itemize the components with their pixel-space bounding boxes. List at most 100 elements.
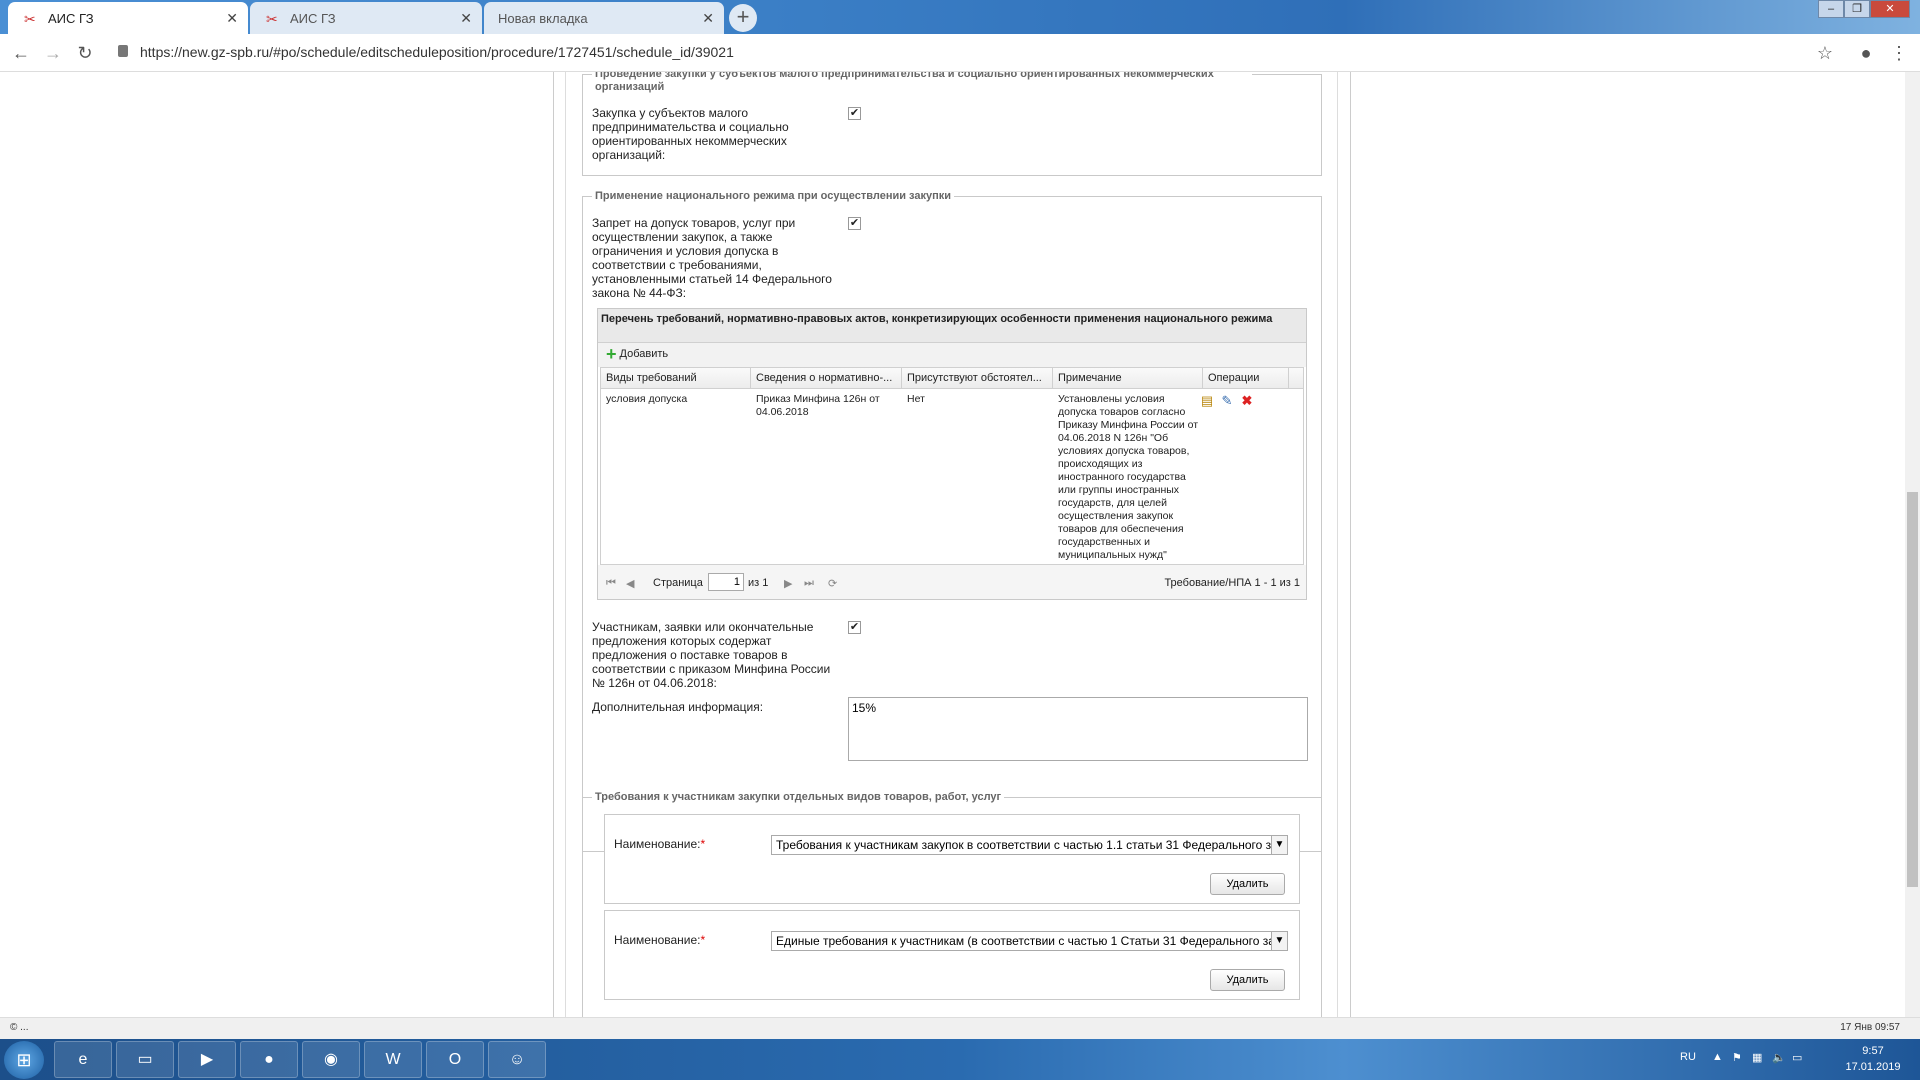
word-icon[interactable]: W [364,1041,422,1078]
cell-note: Установлены условия допуска товаров согл… [1058,393,1199,561]
status-left-text: © ... [10,1022,29,1033]
app-avatar-icon[interactable]: ☺ [488,1041,546,1078]
column-header-operations[interactable]: Операции [1203,368,1289,388]
column-header-note[interactable]: Примечание [1053,368,1203,388]
outlook-icon[interactable]: O [426,1041,484,1078]
media-player-icon[interactable]: ▶ [178,1041,236,1078]
page-of-label: из 1 [748,577,769,589]
ais-gz-favicon-icon: ✂ [24,11,36,27]
language-indicator[interactable]: RU [1680,1051,1696,1063]
internet-explorer-icon[interactable]: e [54,1041,112,1078]
firefox-icon[interactable]: ● [240,1041,298,1078]
delete-button[interactable]: Удалить [1210,873,1285,895]
column-header-types[interactable]: Виды требований [601,368,751,388]
page-number-input[interactable]: 1 [708,573,744,591]
requirement-select-value: Требования к участникам закупок в соотве… [776,838,1287,852]
grid-header: Виды требований Сведения о нормативно-..… [600,367,1304,389]
requirement-select[interactable]: Требования к участникам закупок в соотве… [771,835,1288,855]
maximize-button[interactable]: ❐ [1844,0,1870,18]
pager-summary: Требование/НПА 1 - 1 из 1 [1164,577,1300,589]
cell-present: Нет [907,393,925,405]
grid-toolbar: + Добавить [598,343,1306,367]
new-tab-button[interactable]: + [729,4,757,32]
url-field[interactable]: https://new.gz-spb.ru/#po/schedule/edits… [140,44,734,60]
grid-pager: ⏮ ◀ Страница 1 из 1 ▶ ⏭ ⟳ Требование/НПА… [598,565,1306,599]
file-explorer-icon[interactable]: ▭ [116,1041,174,1078]
reload-icon[interactable]: ↻ [74,42,96,64]
battery-icon[interactable]: ▭ [1792,1051,1802,1064]
chevron-down-icon[interactable]: ▼ [1271,932,1287,950]
add-plus-icon: + [606,344,617,364]
prev-page-icon[interactable]: ◀ [626,577,634,590]
smp-legend: Проведение закупки у субъектов малого пр… [592,72,1252,94]
first-page-icon[interactable]: ⏮ [606,577,616,590]
requirement-select[interactable]: Единые требования к участникам (в соотве… [771,931,1288,951]
tray-chevron-icon[interactable]: ▲ [1712,1051,1723,1063]
edit-pencil-icon[interactable]: ✎ [1219,393,1235,409]
row-operations: ▤ ✎ ✖ [1199,393,1255,409]
windows-start-icon[interactable]: ⊞ [4,1041,44,1079]
delete-x-icon[interactable]: ✖ [1239,393,1255,409]
column-header-npa[interactable]: Сведения о нормативно-... [751,368,902,388]
next-page-icon[interactable]: ▶ [784,577,792,590]
close-tab-icon[interactable]: ✕ [702,10,714,27]
chevron-down-icon[interactable]: ▼ [1271,836,1287,854]
tab-ais-gz-1[interactable]: ✂ АИС ГЗ ✕ [8,2,248,34]
page-content: Проведение закупки у субъектов малого пр… [0,72,1920,1017]
smp-label: Закупка у субъектов малого предпринимате… [592,106,789,162]
refresh-icon[interactable]: ⟳ [828,577,837,590]
add-button[interactable]: + Добавить [606,344,669,364]
tab-title: АИС ГЗ [290,10,336,26]
tab-ais-gz-2[interactable]: ✂ АИС ГЗ ✕ [250,2,482,34]
lock-icon [118,45,128,57]
table-row[interactable]: условия допуска Приказ Минфина 126н от 0… [600,389,1304,565]
national-regime-legend: Применение национального режима при осущ… [592,190,955,202]
page-label: Страница [653,577,703,589]
requirement-select-value: Единые требования к участникам (в соотве… [776,934,1287,948]
volume-icon[interactable]: 🔈 [1772,1051,1786,1064]
tab-new[interactable]: Новая вкладка ✕ [484,2,724,34]
chrome-icon[interactable]: ◉ [302,1041,360,1078]
ais-gz-favicon-icon: ✂ [266,11,278,27]
delete-button[interactable]: Удалить [1210,969,1285,991]
clock-time[interactable]: 9:57 [1838,1045,1908,1057]
column-header-present[interactable]: Присутствуют обстоятел... [902,368,1053,388]
bookmark-star-icon[interactable]: ☆ [1814,42,1836,64]
close-tab-icon[interactable]: ✕ [226,10,238,27]
system-tray: RU ▲ ⚑ ▦ 🔈 ▭ 9:57 17.01.2019 [1680,1039,1920,1080]
participants-checkbox[interactable]: ✔ [848,621,861,634]
forward-arrow-icon[interactable]: → [42,42,64,64]
grid-title: Перечень требований, нормативно-правовых… [598,309,1306,343]
tab-title: Новая вкладка [498,10,588,26]
view-scroll-icon[interactable]: ▤ [1199,393,1215,409]
requirement-name-label: Наименование:* [614,837,706,851]
address-bar: ← → ↻ https://new.gz-spb.ru/#po/schedule… [0,34,1920,72]
last-page-icon[interactable]: ⏭ [804,577,814,590]
participants-label: Участникам, заявки или окончательные пре… [592,620,831,690]
vertical-scrollbar[interactable] [1905,72,1920,1017]
close-tab-icon[interactable]: ✕ [460,10,472,27]
addinfo-label: Дополнительная информация: [592,700,764,714]
requirement-item: Наименование:* Единые требования к участ… [604,910,1300,1000]
cell-type: условия допуска [606,393,688,405]
cell-npa: Приказ Минфина 126н от 04.06.2018 [756,393,880,418]
ban-label: Запрет на допуск товаров, услуг при осущ… [592,216,832,300]
scrollbar-thumb[interactable] [1907,492,1918,887]
network-icon[interactable]: ▦ [1752,1051,1762,1064]
minimize-button[interactable]: – [1818,0,1844,18]
tab-title: АИС ГЗ [48,10,94,26]
add-button-label: Добавить [619,348,669,360]
requirement-item: Наименование:* Требования к участникам з… [604,814,1300,904]
browser-tab-bar: ✂ АИС ГЗ ✕ ✂ АИС ГЗ ✕ Новая вкладка ✕ + … [0,0,1920,34]
back-arrow-icon[interactable]: ← [10,42,32,64]
close-window-button[interactable]: ✕ [1870,0,1910,18]
status-bar: © ... 17 Янв 09:57 [0,1017,1920,1039]
flag-icon[interactable]: ⚑ [1732,1051,1742,1064]
clock-date[interactable]: 17.01.2019 [1838,1061,1908,1073]
menu-kebab-icon[interactable]: ⋮ [1888,42,1910,64]
addinfo-textarea[interactable]: 15% [848,697,1308,761]
smp-checkbox[interactable]: ✔ [848,107,861,120]
status-right-text: 17 Янв 09:57 [1840,1022,1900,1033]
ban-checkbox[interactable]: ✔ [848,217,861,230]
profile-icon[interactable]: ● [1855,42,1877,64]
